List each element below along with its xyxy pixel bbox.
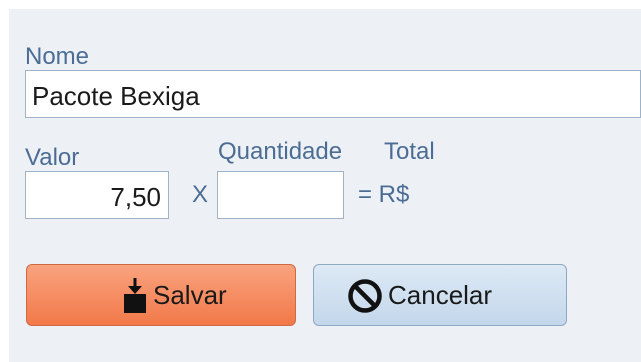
cancel-button[interactable]: Cancelar <box>313 264 567 326</box>
valor-field[interactable]: 7,50 <box>25 171 169 219</box>
quantidade-field[interactable] <box>217 171 344 219</box>
cancel-label: Cancelar <box>388 280 493 310</box>
valor-label: Valor <box>25 144 80 171</box>
save-button[interactable]: Salvar <box>26 264 296 326</box>
nome-label: Nome <box>25 43 90 70</box>
save-label: Salvar <box>153 280 227 310</box>
cancel-icon <box>347 278 383 314</box>
quantidade-label: Quantidade <box>218 138 343 165</box>
total-label: Total <box>384 138 435 165</box>
save-icon <box>122 277 148 315</box>
valor-value: 7,50 <box>110 182 161 212</box>
total-prefix: = R$ <box>358 181 410 208</box>
nome-field[interactable]: Pacote Bexiga <box>25 70 641 118</box>
nome-value: Pacote Bexiga <box>32 81 200 111</box>
multiply-symbol: X <box>192 181 209 208</box>
